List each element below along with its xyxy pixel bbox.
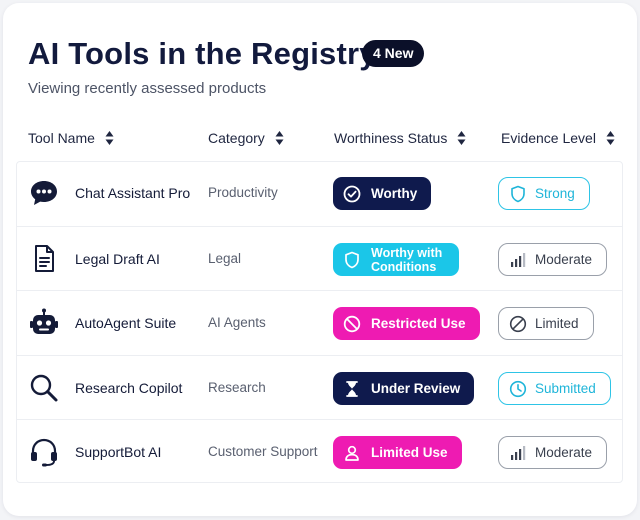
table-row[interactable]: Legal Draft AI Legal Worthy with Conditi… bbox=[16, 226, 623, 290]
column-label: Worthiness Status bbox=[334, 130, 448, 146]
sort-icon[interactable] bbox=[457, 130, 466, 146]
page-subtitle: Viewing recently assessed products bbox=[28, 80, 267, 97]
tool-category: Productivity bbox=[208, 185, 278, 200]
table-row[interactable]: Chat Assistant Pro Productivity Worthy S… bbox=[16, 161, 623, 225]
column-header-evidence-level[interactable]: Evidence Level bbox=[501, 129, 615, 147]
column-label: Category bbox=[208, 130, 265, 146]
column-label: Tool Name bbox=[28, 130, 95, 146]
user-icon bbox=[345, 445, 359, 461]
prohibited-icon bbox=[509, 315, 527, 332]
bar-chart-icon bbox=[511, 252, 526, 267]
check-circle-icon bbox=[343, 185, 361, 202]
column-header-category[interactable]: Category bbox=[208, 129, 284, 147]
robot-icon bbox=[30, 308, 58, 334]
table-row[interactable]: SupportBot AI Customer Support Limited U… bbox=[16, 419, 623, 483]
evidence-label: Limited bbox=[535, 316, 579, 331]
status-badge: Worthy bbox=[333, 177, 432, 210]
status-badge: Under Review bbox=[333, 372, 475, 405]
status-label: Restricted Use bbox=[371, 316, 466, 331]
status-label: Worthy bbox=[371, 186, 418, 201]
table-row[interactable]: Research Copilot Research Under Review S… bbox=[16, 355, 623, 419]
status-badge: Worthy with Conditions bbox=[333, 243, 459, 276]
sort-icon[interactable] bbox=[606, 130, 615, 146]
status-badge: Restricted Use bbox=[333, 307, 480, 340]
document-icon bbox=[35, 245, 54, 272]
table-row[interactable]: AutoAgent Suite AI Agents Restricted Use… bbox=[16, 290, 623, 354]
tool-name[interactable]: Legal Draft AI bbox=[75, 251, 160, 267]
headset-icon bbox=[31, 438, 57, 467]
shield-icon bbox=[511, 185, 525, 202]
sort-icon[interactable] bbox=[105, 130, 114, 146]
evidence-badge: Moderate bbox=[498, 243, 608, 276]
tool-name[interactable]: SupportBot AI bbox=[75, 444, 161, 460]
column-header-tool-name[interactable]: Tool Name bbox=[28, 129, 114, 147]
status-label: Under Review bbox=[371, 381, 461, 396]
chat-bubble-icon bbox=[31, 181, 57, 205]
evidence-label: Strong bbox=[535, 186, 575, 201]
evidence-badge: Limited bbox=[498, 307, 594, 340]
shield-icon bbox=[345, 251, 359, 268]
status-label: Worthy with Conditions bbox=[371, 245, 443, 274]
evidence-badge: Submitted bbox=[498, 372, 611, 405]
column-header-worthiness-status[interactable]: Worthiness Status bbox=[334, 129, 466, 147]
evidence-badge: Moderate bbox=[498, 436, 608, 469]
tool-name[interactable]: Chat Assistant Pro bbox=[75, 185, 190, 201]
evidence-label: Moderate bbox=[535, 252, 593, 267]
evidence-label: Submitted bbox=[535, 381, 596, 396]
evidence-badge: Strong bbox=[498, 177, 590, 210]
tool-name[interactable]: AutoAgent Suite bbox=[75, 315, 176, 331]
sort-icon[interactable] bbox=[275, 130, 284, 146]
status-badge: Limited Use bbox=[333, 436, 462, 469]
tool-name[interactable]: Research Copilot bbox=[75, 380, 182, 396]
tool-category: Legal bbox=[208, 251, 242, 266]
hourglass-icon bbox=[346, 380, 358, 397]
tool-category: Research bbox=[208, 380, 266, 395]
bar-chart-icon bbox=[511, 445, 526, 460]
page-title: AI Tools in the Registry bbox=[28, 36, 377, 71]
column-label: Evidence Level bbox=[501, 130, 596, 146]
magnifier-icon bbox=[30, 374, 58, 402]
evidence-label: Moderate bbox=[535, 445, 593, 460]
new-count-badge: 4 New bbox=[362, 40, 425, 67]
tool-category: AI Agents bbox=[208, 315, 266, 330]
tool-category: Customer Support bbox=[208, 444, 318, 459]
prohibited-icon bbox=[343, 315, 361, 332]
clock-icon bbox=[509, 380, 527, 397]
status-label: Limited Use bbox=[371, 445, 448, 460]
